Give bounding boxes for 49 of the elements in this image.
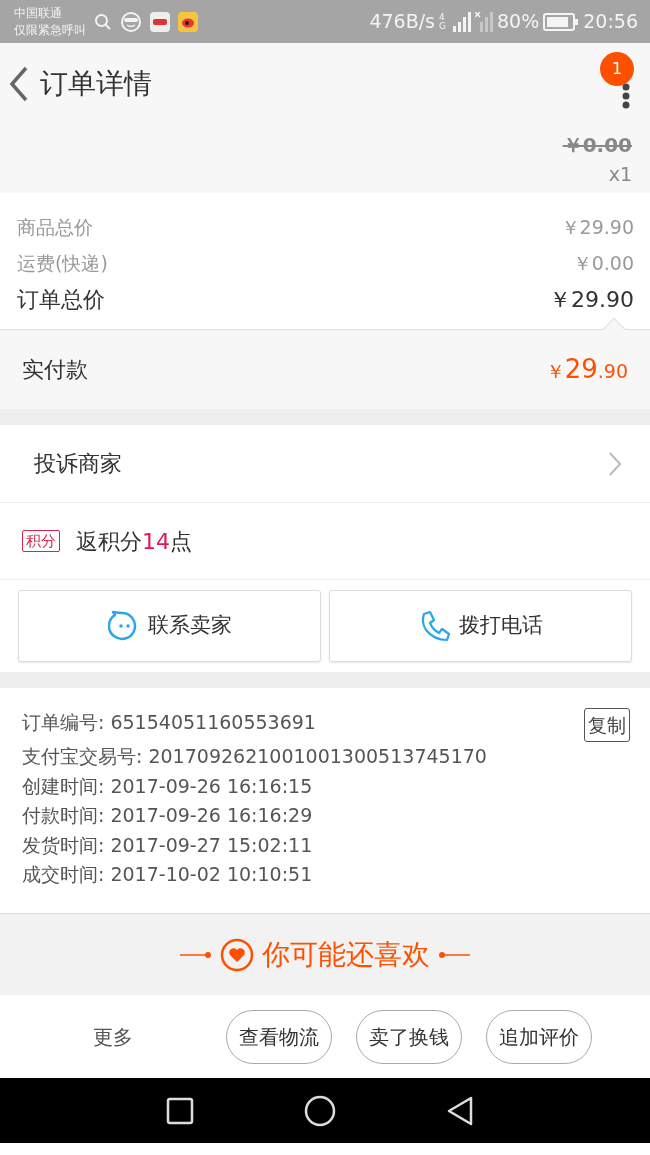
order-info-text: 付款时间: 2017-09-26 16:16:29 [22,803,313,828]
points-tag: 积分 [22,530,60,552]
carrier-status-text: 仅限紧急呼叫 [14,21,86,39]
line-dot-icon [180,950,212,959]
order-info-text: 成交时间: 2017-10-02 10:10:51 [22,862,313,887]
action-button[interactable]: 追加评价 [486,1009,592,1064]
paid-amount: ￥29.90 [545,353,628,386]
order-info-text: 订单编号: 65154051160553691 [22,710,316,735]
page-title: 订单详情 [40,66,152,102]
line-dot-icon [438,950,470,959]
action-button[interactable]: 卖了换钱 [356,1009,462,1064]
smiley-icon [120,11,142,32]
order-info-text: 支付宝交易号: 2017092621001001300513745170 [22,744,487,769]
search-icon [94,12,112,31]
original-price: ￥0.00 [562,131,632,159]
action-button[interactable]: 查看物流 [226,1009,332,1064]
app-icon [150,11,170,32]
price-label: 订单总价 [17,286,105,314]
chevron-right-icon [608,450,622,477]
contact-button[interactable]: 联系卖家 [18,590,321,662]
order-info-text: 创建时间: 2017-09-26 16:16:15 [22,773,313,799]
price-value: ￥29.90 [549,286,634,314]
network-speed-text: 476B/s [369,9,435,35]
price-value: ￥29.90 [560,215,634,240]
price-label: 商品总价 [17,215,93,240]
paid-label: 实付款 [22,356,88,384]
battery-percent-text: 80% [497,9,540,35]
points-text: 返积分14点 [76,527,192,556]
carrier-text: 中国联通 [14,4,63,22]
network-type-text: 4G [439,12,447,31]
home-icon[interactable] [304,1094,336,1127]
time-text: 20:56 [583,9,638,35]
more-link[interactable]: 更多 [0,1021,226,1052]
price-value: ￥0.00 [572,251,634,276]
complaint-row[interactable]: 投诉商家 [0,425,650,503]
signal-icon [453,11,471,32]
recommend-title: 你可能还喜欢 [262,936,430,973]
price-label: 运费(快递) [17,251,108,276]
more-icon[interactable] [622,83,630,109]
quantity-text: x1 [608,161,632,187]
copy-button[interactable]: 复制 [584,708,630,742]
weibo-icon [178,11,198,32]
recents-icon[interactable] [166,1096,194,1125]
contact-button[interactable]: 拨打电话 [329,590,632,662]
order-info-text: 发货时间: 2017-09-27 15:02:11 [22,832,313,858]
back-icon[interactable] [446,1095,474,1126]
no-signal-icon [475,11,493,32]
notification-badge: 1 [600,52,634,86]
battery-icon [543,12,580,31]
